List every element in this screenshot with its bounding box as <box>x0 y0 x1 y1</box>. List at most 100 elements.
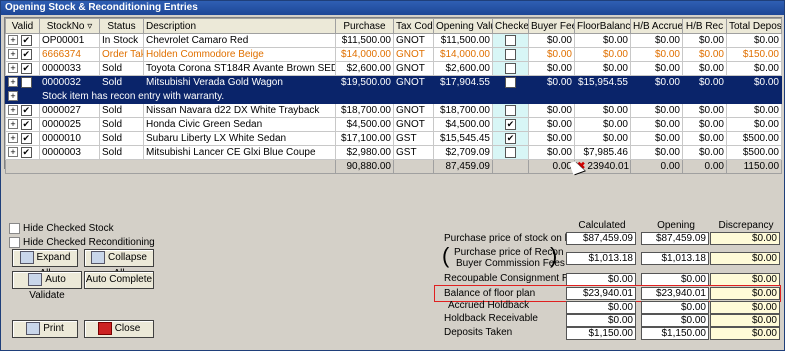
col-hb-rec[interactable]: H/B Rec <box>682 18 727 34</box>
table-row[interactable]: + ✔ 0000010 Sold Subaru Liberty LX White Se… <box>5 131 782 146</box>
cell-buyer-fee: $0.00 <box>528 75 575 90</box>
expand-row-icon[interactable]: + <box>8 63 18 74</box>
expand-row-icon[interactable]: + <box>8 105 18 116</box>
hide-checked-stock-option[interactable]: Hide Checked Stock <box>9 223 114 234</box>
col-stockno[interactable]: StockNo ▿ <box>39 18 100 34</box>
note-expander[interactable]: + <box>5 89 40 104</box>
table-row[interactable]: + ✔ OP00001 In Stock Chevrolet Camaro Red $1… <box>5 33 782 48</box>
collapse-all-button[interactable]: Collapse All <box>84 249 154 279</box>
expand-row-icon[interactable]: + <box>8 119 18 130</box>
valid-checkbox[interactable]: ✔ <box>20 118 32 130</box>
cell-total-deposits: $150.00 <box>726 47 782 62</box>
col-checked[interactable]: Checked <box>492 18 529 34</box>
grid-body: + ✔ OP00001 In Stock Chevrolet Camaro Red $1… <box>5 33 782 174</box>
cell-hb-rec: $0.00 <box>682 47 727 62</box>
expand-icon <box>19 250 34 264</box>
table-row[interactable]: + ✔ 0000033 Sold Toyota Corona ST184R Avant… <box>5 61 782 76</box>
expand-all-button[interactable]: Expand All <box>12 249 78 279</box>
col-description[interactable]: Description <box>143 18 336 34</box>
table-row[interactable]: + ✔ 0000025 Sold Honda Civic Green Sedan $4,… <box>5 117 782 132</box>
expand-row-icon[interactable]: + <box>8 147 18 158</box>
print-button[interactable]: Print <box>12 320 78 338</box>
opening-accrued-holdback[interactable]: $0.00 <box>641 301 709 314</box>
cell-opening-value: $2,709.09 <box>433 145 493 160</box>
expand-row-icon[interactable]: + <box>8 91 18 101</box>
cell-valid[interactable]: + ✔ <box>5 103 40 118</box>
cell-checked[interactable]: ✔ <box>492 117 529 132</box>
valid-checkbox[interactable]: ✔ <box>20 104 32 116</box>
cell-checked[interactable] <box>492 47 529 62</box>
expand-row-icon[interactable]: + <box>8 133 18 144</box>
cell-checked[interactable] <box>492 103 529 118</box>
col-taxcode[interactable]: Tax Code <box>393 18 434 34</box>
hide-checked-recon-checkbox[interactable] <box>9 237 20 248</box>
checked-checkbox[interactable] <box>505 62 516 74</box>
opening-recon[interactable]: $1,013.18 <box>641 252 709 265</box>
cell-checked[interactable] <box>492 75 529 90</box>
checked-checkbox[interactable]: ✔ <box>505 118 516 130</box>
valid-checkbox[interactable]: ✔ <box>20 48 32 60</box>
table-row[interactable]: + ✔ 0000003 Sold Mitsubishi Lancer CE Glxi … <box>5 145 782 160</box>
cell-valid[interactable]: + ✔ <box>5 117 40 132</box>
cell-checked[interactable] <box>492 61 529 76</box>
col-total-deposits[interactable]: Total Deposits <box>726 18 782 34</box>
checked-checkbox[interactable] <box>505 146 516 158</box>
col-valid[interactable]: Valid <box>5 18 40 34</box>
valid-checkbox[interactable] <box>20 76 32 88</box>
cell-valid[interactable]: + ✔ <box>5 33 40 48</box>
cell-floor-balance: $0.00 <box>574 47 631 62</box>
table-row[interactable]: + ✔6666374Order TakeHolden Commodore Bei… <box>5 47 782 62</box>
cell-description: Nissan Navara d22 DX White Trayback <box>143 103 336 118</box>
checked-checkbox[interactable] <box>505 48 516 60</box>
table-row[interactable]: + ✔ 0000027 Sold Nissan Navara d22 DX White… <box>5 103 782 118</box>
title-bar: Opening Stock & Reconditioning Entries <box>1 1 784 15</box>
expand-row-icon[interactable]: + <box>8 49 18 60</box>
cell-stockno: 0000033 <box>39 61 100 76</box>
checked-checkbox[interactable] <box>505 104 516 116</box>
valid-checkbox[interactable]: ✔ <box>20 62 32 74</box>
expand-row-icon[interactable]: + <box>8 35 18 46</box>
cell-total-deposits: $0.00 <box>726 75 782 90</box>
auto-complete-label: Auto Complete <box>85 274 153 285</box>
cell-checked[interactable] <box>492 33 529 48</box>
cell-checked[interactable]: ✔ <box>492 131 529 146</box>
opening-deposits[interactable]: $1,150.00 <box>641 327 709 340</box>
hide-checked-recon-option[interactable]: Hide Checked Reconditioning <box>9 237 155 248</box>
valid-checkbox[interactable]: ✔ <box>20 132 32 144</box>
col-status[interactable]: Status <box>99 18 144 34</box>
close-button[interactable]: Close <box>84 320 154 338</box>
checked-checkbox[interactable] <box>505 76 516 88</box>
cell-valid[interactable]: + ✔ <box>5 145 40 160</box>
hide-checked-stock-checkbox[interactable] <box>9 223 20 234</box>
col-hb-accrued[interactable]: H/B Accrued <box>630 18 683 34</box>
opening-floor-plan[interactable]: $23,940.01 <box>641 287 709 300</box>
summary-label-accrued-holdback: Accrued Holdback <box>448 300 530 311</box>
auto-complete-button[interactable]: Auto Complete <box>84 271 154 289</box>
valid-checkbox[interactable]: ✔ <box>20 146 32 158</box>
auto-validate-button[interactable]: Auto Validate <box>12 271 82 301</box>
cell-status: Order Take <box>99 47 144 62</box>
cell-valid[interactable]: + <box>5 75 40 90</box>
cell-status: Sold <box>99 61 144 76</box>
opening-holdback-receivable[interactable]: $0.00 <box>641 314 709 327</box>
opening-purchase-stock[interactable]: $87,459.09 <box>641 232 709 245</box>
checked-checkbox[interactable]: ✔ <box>505 132 516 144</box>
col-buyer-fee[interactable]: Buyer Fee <box>528 18 575 34</box>
cell-checked[interactable] <box>492 145 529 160</box>
cell-valid[interactable]: + ✔ <box>5 47 40 62</box>
cell-opening-value: $17,904.55 <box>433 75 493 90</box>
col-opening-value[interactable]: Opening Value <box>433 18 493 34</box>
cell-valid[interactable]: + ✔ <box>5 131 40 146</box>
header-opening: Opening <box>657 220 695 231</box>
cell-valid[interactable]: + ✔ <box>5 61 40 76</box>
filter-icon[interactable]: ▿ <box>87 21 92 32</box>
col-floor-balance[interactable]: FloorBalance <box>574 18 631 34</box>
cell-purchase: $11,500.00 <box>335 33 394 48</box>
expand-row-icon[interactable]: + <box>8 77 18 88</box>
cell-buyer-fee: $0.00 <box>528 33 575 48</box>
col-purchase[interactable]: Purchase <box>335 18 394 34</box>
table-row[interactable]: + 0000032 Sold Mitsubishi Verada Gold Wago… <box>5 75 782 90</box>
cell-taxcode: GNOT <box>393 47 434 62</box>
valid-checkbox[interactable]: ✔ <box>20 34 32 46</box>
checked-checkbox[interactable] <box>505 34 516 46</box>
